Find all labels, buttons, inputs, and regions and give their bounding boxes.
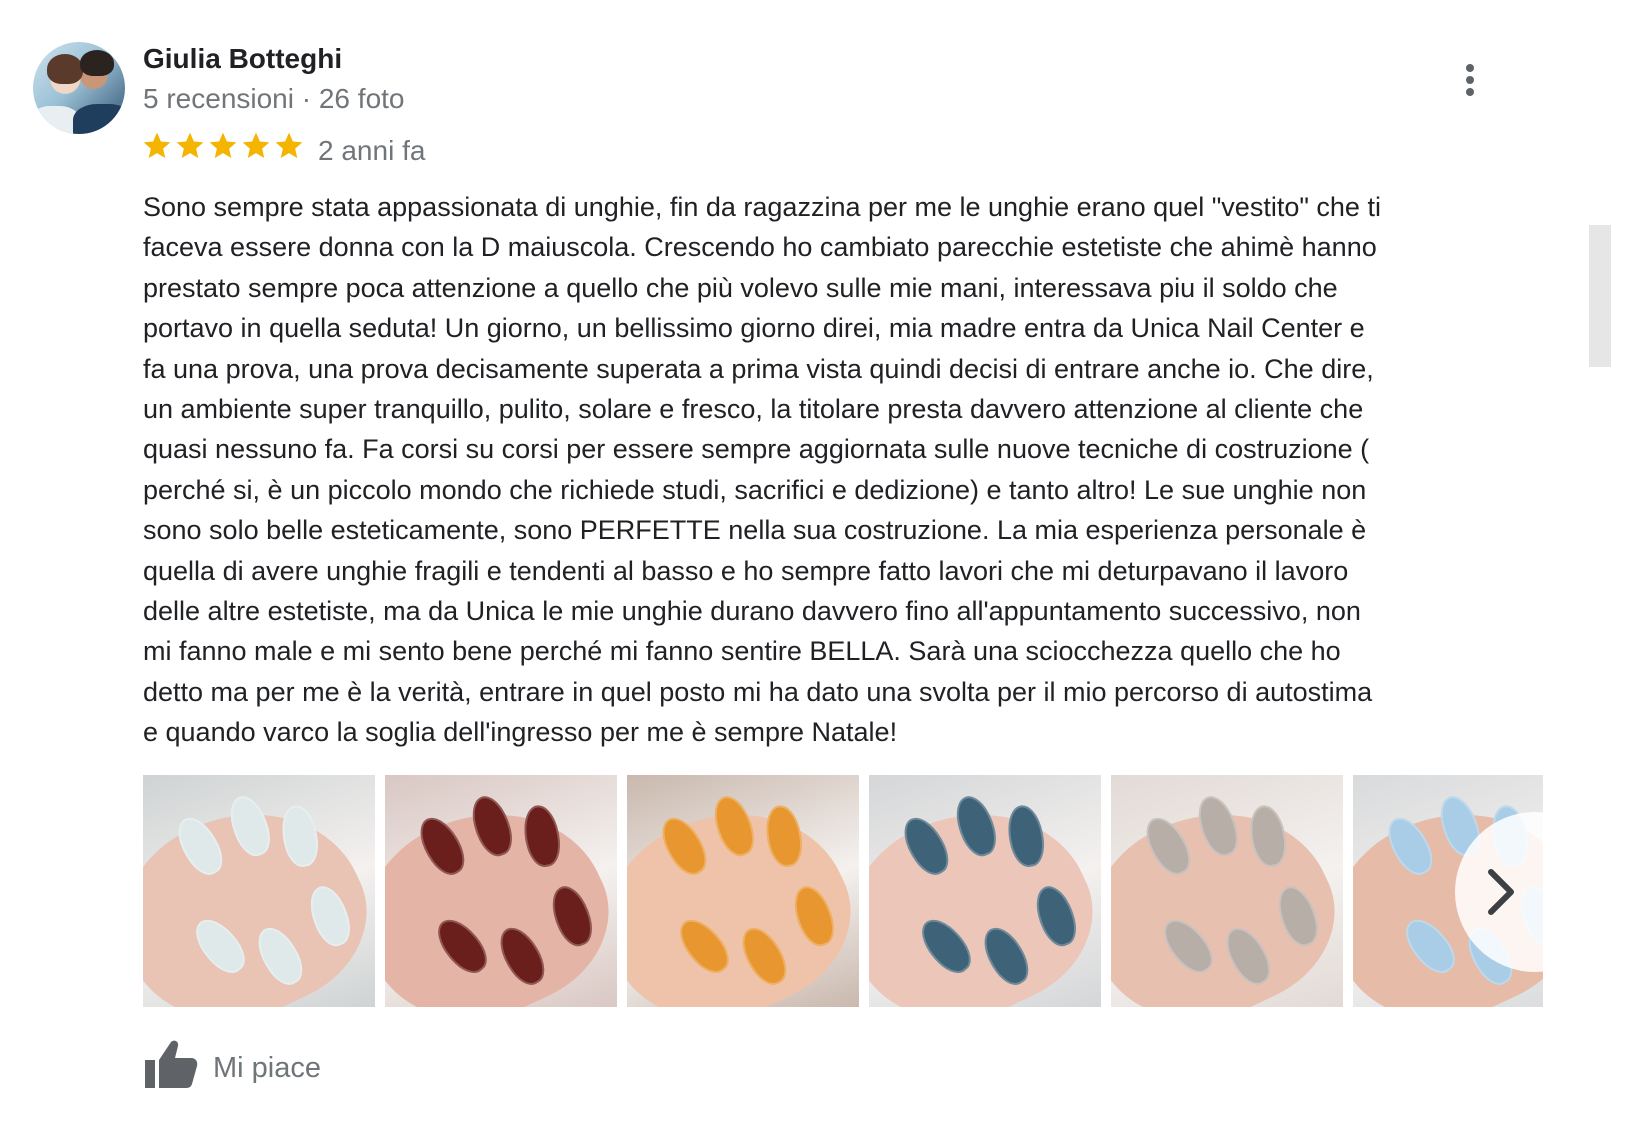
review-photo[interactable] [385,775,617,1007]
star-icon [143,132,171,158]
star-rating [141,130,306,166]
review-photo[interactable] [143,775,375,1007]
review-card: Giulia Botteghi 5 recensioni · 26 foto 2… [0,0,1650,1128]
star-icon [176,132,204,158]
review-photo[interactable] [1111,775,1343,1007]
author-meta: 5 recensioni · 26 foto [143,83,405,114]
more-vert-icon[interactable] [1455,60,1485,100]
star-icon [242,132,270,158]
user-avatar[interactable] [33,42,125,134]
star-icon [275,132,303,158]
review-photo[interactable] [627,775,859,1007]
author-name[interactable]: Giulia Botteghi [143,43,342,75]
review-text: Sono sempre stata appassionata di unghie… [143,192,1381,748]
review-time: 2 anni fa [318,135,426,166]
scrollbar[interactable] [1589,225,1611,367]
thumbs-up-icon [145,1040,198,1088]
star-icon [209,132,237,158]
chevron-right-icon[interactable] [1455,812,1615,972]
review-photo[interactable] [869,775,1101,1007]
photo-strip [143,775,1543,1007]
like-label: Mi piace [213,1052,321,1084]
